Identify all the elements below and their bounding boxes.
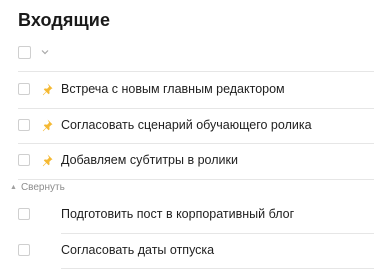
task-row[interactable]: Согласовать сценарий обучающего ролика	[0, 108, 374, 144]
task-label: Согласовать сценарий обучающего ролика	[61, 118, 312, 132]
page-title: Входящие	[18, 10, 111, 30]
task-row[interactable]: Согласовать даты отпуска	[0, 233, 374, 269]
task-checkbox[interactable]	[18, 208, 30, 220]
collapse-toggle[interactable]: ▲ Свернуть	[10, 182, 65, 196]
chevron-down-icon[interactable]	[40, 47, 50, 57]
task-checkbox[interactable]	[18, 154, 30, 166]
inbox-page: Входящие Встреча с новым главным редакто…	[0, 0, 374, 271]
task-row[interactable]: Встреча с новым главным редактором	[0, 72, 374, 108]
task-checkbox[interactable]	[18, 119, 30, 131]
pin-icon[interactable]	[40, 82, 54, 96]
task-checkbox[interactable]	[18, 244, 30, 256]
task-label: Согласовать даты отпуска	[61, 243, 215, 257]
select-all-checkbox[interactable]	[18, 46, 31, 59]
collapse-label: Свернуть	[20, 182, 65, 193]
select-all-control[interactable]	[18, 44, 78, 64]
pin-icon[interactable]	[40, 153, 54, 167]
divider	[18, 179, 374, 180]
task-label: Подготовить пост в корпоративный блог	[61, 207, 295, 221]
divider	[61, 268, 374, 269]
task-label: Добавляем субтитры в ролики	[61, 153, 238, 167]
task-row[interactable]: Добавляем субтитры в ролики	[0, 143, 374, 179]
triangle-up-icon: ▲	[10, 184, 17, 191]
task-label: Встреча с новым главным редактором	[61, 82, 285, 96]
pin-icon[interactable]	[40, 118, 54, 132]
task-row[interactable]: Подготовить пост в корпоративный блог	[0, 197, 374, 233]
task-checkbox[interactable]	[18, 83, 30, 95]
